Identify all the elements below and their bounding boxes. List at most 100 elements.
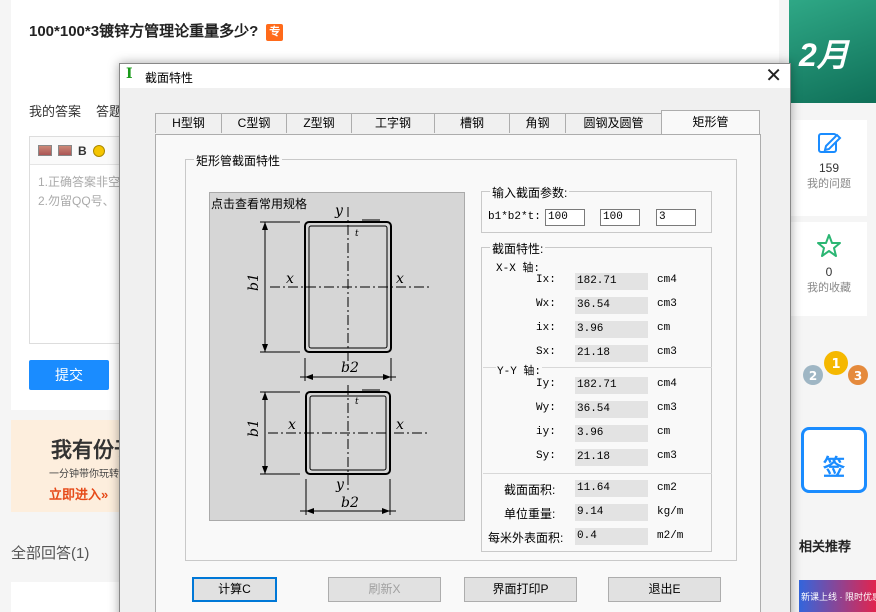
- label-y-top: y: [334, 203, 344, 219]
- section-properties-dialog: I 截面特性 ✕ H型钢 C型钢 Z型钢 工字钢 槽钢 角钢 圆钢及圆管 矩形管…: [119, 63, 791, 612]
- iy-radius-unit: cm: [657, 426, 671, 438]
- b2-input[interactable]: 100: [600, 209, 640, 226]
- ix-moment-label: Ix:: [536, 274, 556, 286]
- banner-text: 2月: [799, 37, 849, 73]
- tab-c-steel[interactable]: C型钢: [221, 113, 287, 133]
- surface-value: 0.4: [575, 528, 648, 545]
- sy-unit: cm3: [657, 450, 677, 462]
- area-value: 11.64: [575, 480, 648, 497]
- section-drawing[interactable]: 点击查看常用规格 y x x b1 b2 t x x b1 y b2 t: [209, 192, 465, 521]
- wy-unit: cm3: [657, 402, 677, 414]
- dialog-titlebar[interactable]: I 截面特性 ✕: [120, 64, 790, 88]
- wx-unit: cm3: [657, 298, 677, 310]
- star-icon: [817, 234, 841, 257]
- iy-moment-value: 182.71: [575, 377, 648, 394]
- question-title-text: 100*100*3镀锌方管理论重量多少?: [29, 23, 259, 40]
- submit-button[interactable]: 提交: [29, 360, 109, 390]
- my-favorites-label: 我的收藏: [807, 282, 851, 294]
- ix-moment-value: 182.71: [575, 273, 648, 290]
- calc-button[interactable]: 计算C: [192, 577, 277, 602]
- tab-round-pipe[interactable]: 圆钢及圆管: [565, 113, 662, 133]
- label-x-left: x: [286, 271, 294, 287]
- my-questions-card[interactable]: 159 我的问题: [791, 120, 867, 216]
- print-button[interactable]: 界面打印P: [464, 577, 577, 602]
- svg-text:1: 1: [831, 357, 840, 372]
- editor-toolbar: B: [30, 137, 128, 165]
- xx-axis-label: X-X 轴:: [496, 263, 541, 275]
- app-icon: I: [126, 66, 133, 82]
- label-x-right: x: [396, 271, 404, 287]
- weight-value: 9.14: [575, 504, 648, 521]
- image-icon[interactable]: [38, 145, 52, 156]
- label-t-top: t: [355, 229, 359, 239]
- b1-input[interactable]: 100: [545, 209, 585, 226]
- surface-label: 每米外表面积:: [488, 531, 564, 545]
- sign-in-button[interactable]: 签: [801, 427, 867, 493]
- area-unit: cm2: [657, 482, 677, 494]
- wx-label: Wx:: [536, 298, 556, 310]
- section-props-title: 截面特性:: [490, 240, 546, 257]
- iy-moment-label: Iy:: [536, 378, 556, 390]
- my-favorites-count: 0: [825, 265, 833, 279]
- input-params-title: 输入截面参数:: [490, 184, 570, 201]
- tab-angle[interactable]: 角钢: [509, 113, 566, 133]
- refresh-button[interactable]: 刷新X: [328, 577, 441, 602]
- sy-value: 21.18: [575, 449, 648, 466]
- related-heading: 相关推荐: [799, 539, 852, 554]
- picture-icon[interactable]: [58, 145, 72, 156]
- label-b2-bottom: b2: [341, 495, 359, 511]
- tab-h-steel[interactable]: H型钢: [155, 113, 222, 133]
- label-y-bottom: y: [335, 477, 345, 493]
- label-x-right-2: x: [396, 417, 404, 433]
- my-favorites-card[interactable]: 0 我的收藏: [791, 222, 867, 316]
- yy-axis-label: Y-Y 轴:: [496, 362, 543, 378]
- promo-link[interactable]: 立即进入»: [49, 484, 108, 503]
- question-title: 100*100*3镀锌方管理论重量多少? 专: [29, 20, 284, 41]
- t-input[interactable]: 3: [656, 209, 696, 226]
- promo-banner[interactable]: 我有份于 一分钟带你玩转 立即进入»: [11, 420, 135, 512]
- sidebar-banner[interactable]: 2月: [789, 0, 876, 103]
- param-label: b1*b2*t:: [488, 211, 541, 223]
- tab-i-beam[interactable]: 工字钢: [351, 113, 435, 133]
- promo-subline: 一分钟带你玩转: [49, 469, 119, 480]
- hint-line-2: 2.勿留QQ号、: [38, 194, 115, 208]
- medals-icon: 2 1 3: [803, 351, 868, 385]
- specialist-tag: 专: [266, 24, 284, 41]
- exit-button[interactable]: 退出E: [608, 577, 721, 602]
- totals-divider: [483, 473, 712, 474]
- sidebar-ad[interactable]: 新课上线 · 限时优惠: [799, 580, 876, 612]
- my-questions-count: 159: [818, 161, 840, 175]
- sx-value: 21.18: [575, 345, 648, 362]
- edit-icon: [818, 133, 842, 153]
- tab-channel[interactable]: 槽钢: [434, 113, 510, 133]
- label-b1-top: b1: [246, 273, 262, 291]
- tab-rect-tube[interactable]: 矩形管: [661, 110, 760, 134]
- weight-unit: kg/m: [657, 506, 684, 518]
- label-t-bottom: t: [355, 397, 359, 407]
- area-label: 截面面积:: [504, 483, 556, 497]
- hint-line-1: 1.正确答案非空: [38, 175, 121, 189]
- ix-radius-value: 3.96: [575, 321, 648, 338]
- ix-moment-unit: cm4: [657, 274, 677, 286]
- rect-tube-diagram: y x x b1 b2 t x x b1 y b2 t: [246, 203, 430, 515]
- label-b2-top: b2: [341, 360, 359, 376]
- bold-icon[interactable]: B: [78, 144, 87, 158]
- ix-radius-unit: cm: [657, 322, 671, 334]
- tab-z-steel[interactable]: Z型钢: [286, 113, 352, 133]
- sign-in-label: 签: [822, 455, 845, 480]
- ix-radius-label: ix:: [536, 322, 556, 334]
- close-icon[interactable]: ✕: [765, 64, 782, 88]
- iy-radius-value: 3.96: [575, 425, 648, 442]
- svg-text:2: 2: [809, 369, 817, 383]
- weight-label: 单位重量:: [504, 507, 556, 521]
- emoji-icon[interactable]: [92, 144, 105, 157]
- editor-placeholder: 1.正确答案非空 2.勿留QQ号、: [30, 165, 128, 219]
- surface-unit: m2/m: [657, 530, 684, 542]
- iy-moment-unit: cm4: [657, 378, 677, 390]
- label-x-left-2: x: [288, 417, 296, 433]
- iy-radius-label: iy:: [536, 426, 556, 438]
- answer-editor[interactable]: B 1.正确答案非空 2.勿留QQ号、: [29, 136, 129, 344]
- dialog-title: 截面特性: [145, 71, 194, 85]
- tab-my-answer[interactable]: 我的答案: [29, 101, 81, 120]
- svg-text:3: 3: [854, 369, 862, 383]
